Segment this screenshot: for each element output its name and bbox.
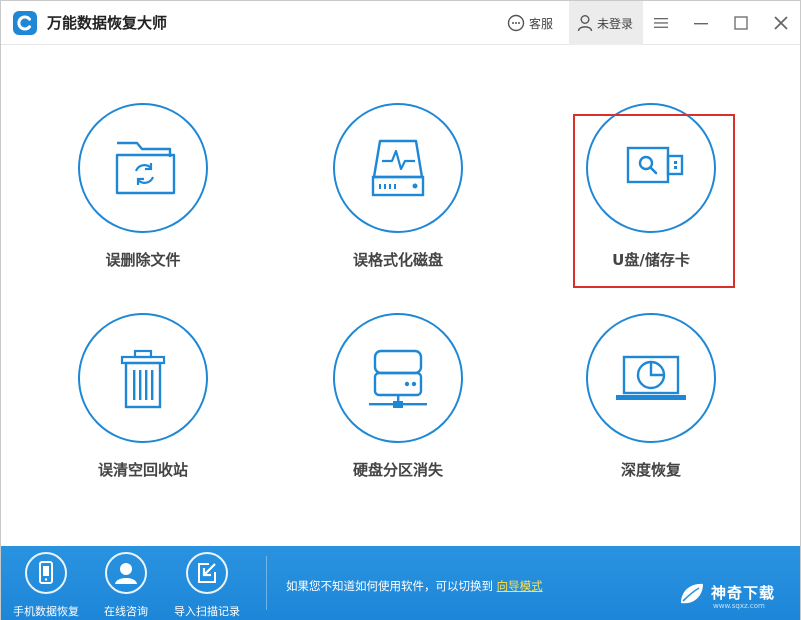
guide-hint: 如果您不知道如何使用软件，可以切换到 向导模式 — [286, 578, 543, 594]
user-icon — [577, 15, 593, 32]
login-label: 未登录 — [597, 16, 634, 31]
tile-label: 硬盘分区消失 — [352, 461, 443, 479]
usb-drive-icon — [626, 146, 684, 184]
maximize-icon[interactable] — [733, 15, 749, 31]
tile-circle — [78, 313, 208, 443]
tile-label: 深度恢复 — [620, 461, 681, 479]
bottom-icon-ring — [25, 552, 67, 594]
bottom-item-label: 导入扫描记录 — [174, 605, 240, 618]
tile-deleted-files[interactable]: 误删除文件 — [56, 103, 236, 303]
person-icon — [115, 563, 137, 584]
close-icon[interactable] — [773, 15, 789, 31]
app-title: 万能数据恢复大师 — [47, 14, 168, 32]
disk-pulse-icon — [371, 139, 425, 197]
tile-deep-recovery[interactable]: 深度恢复 — [564, 313, 744, 513]
phone-icon — [39, 561, 53, 584]
tile-label: 误删除文件 — [105, 251, 181, 269]
title-bar: 万能数据恢复大师 客服 未登录 — [1, 1, 800, 45]
watermark-logo: 神奇下载 www.sqxz.com — [677, 577, 791, 611]
tile-lost-partition[interactable]: 硬盘分区消失 — [311, 313, 491, 513]
guide-hint-text: 如果您不知道如何使用软件，可以切换到 — [286, 579, 493, 593]
trash-icon — [120, 349, 166, 409]
bottom-item-label: 手机数据恢复 — [13, 605, 79, 618]
bottom-icon-ring — [105, 552, 147, 594]
tile-usb-card[interactable]: U盘/储存卡 — [564, 103, 744, 303]
tile-label: 误清空回收站 — [97, 461, 188, 479]
tile-circle — [586, 103, 716, 233]
feedback-label: 客服 — [529, 16, 554, 31]
laptop-scan-icon — [616, 355, 686, 400]
minimize-icon[interactable] — [693, 15, 709, 31]
bottom-bar: 手机数据恢复 在线咨询 导入扫描记录 如果您不知道如何使用软件，可以切换到 向导… — [1, 546, 800, 620]
app-logo-icon — [13, 11, 37, 35]
login-button[interactable]: 未登录 — [569, 1, 643, 45]
bottom-item-label: 在线咨询 — [104, 605, 148, 618]
tile-circle — [586, 313, 716, 443]
tile-circle — [333, 103, 463, 233]
watermark-text: 神奇下载 — [711, 584, 776, 602]
chat-icon — [507, 14, 525, 32]
import-icon — [198, 563, 216, 583]
app-window: 万能数据恢复大师 客服 未登录 误删除文件 误格式化磁盘 U盘/储存卡 误清空回… — [0, 0, 801, 620]
online-consult-button[interactable]: 在线咨询 — [86, 552, 166, 618]
menu-icon[interactable] — [653, 15, 669, 31]
watermark-subtext: www.sqxz.com — [713, 602, 765, 610]
bottom-divider — [266, 556, 267, 610]
feedback-button[interactable]: 客服 — [507, 1, 563, 45]
tile-label: U盘/储存卡 — [612, 251, 690, 269]
tile-circle — [333, 313, 463, 443]
wizard-mode-link[interactable]: 向导模式 — [497, 579, 543, 593]
tile-formatted-disk[interactable]: 误格式化磁盘 — [311, 103, 491, 303]
import-scan-button[interactable]: 导入扫描记录 — [167, 552, 247, 618]
folder-recover-icon — [115, 141, 176, 195]
tile-circle — [78, 103, 208, 233]
leaf-logo-icon — [681, 583, 703, 604]
bottom-icon-ring — [186, 552, 228, 594]
tile-label: 误格式化磁盘 — [352, 251, 443, 269]
network-drive-icon — [369, 349, 427, 408]
tile-recycle-bin[interactable]: 误清空回收站 — [56, 313, 236, 513]
phone-recovery-button[interactable]: 手机数据恢复 — [6, 552, 86, 618]
